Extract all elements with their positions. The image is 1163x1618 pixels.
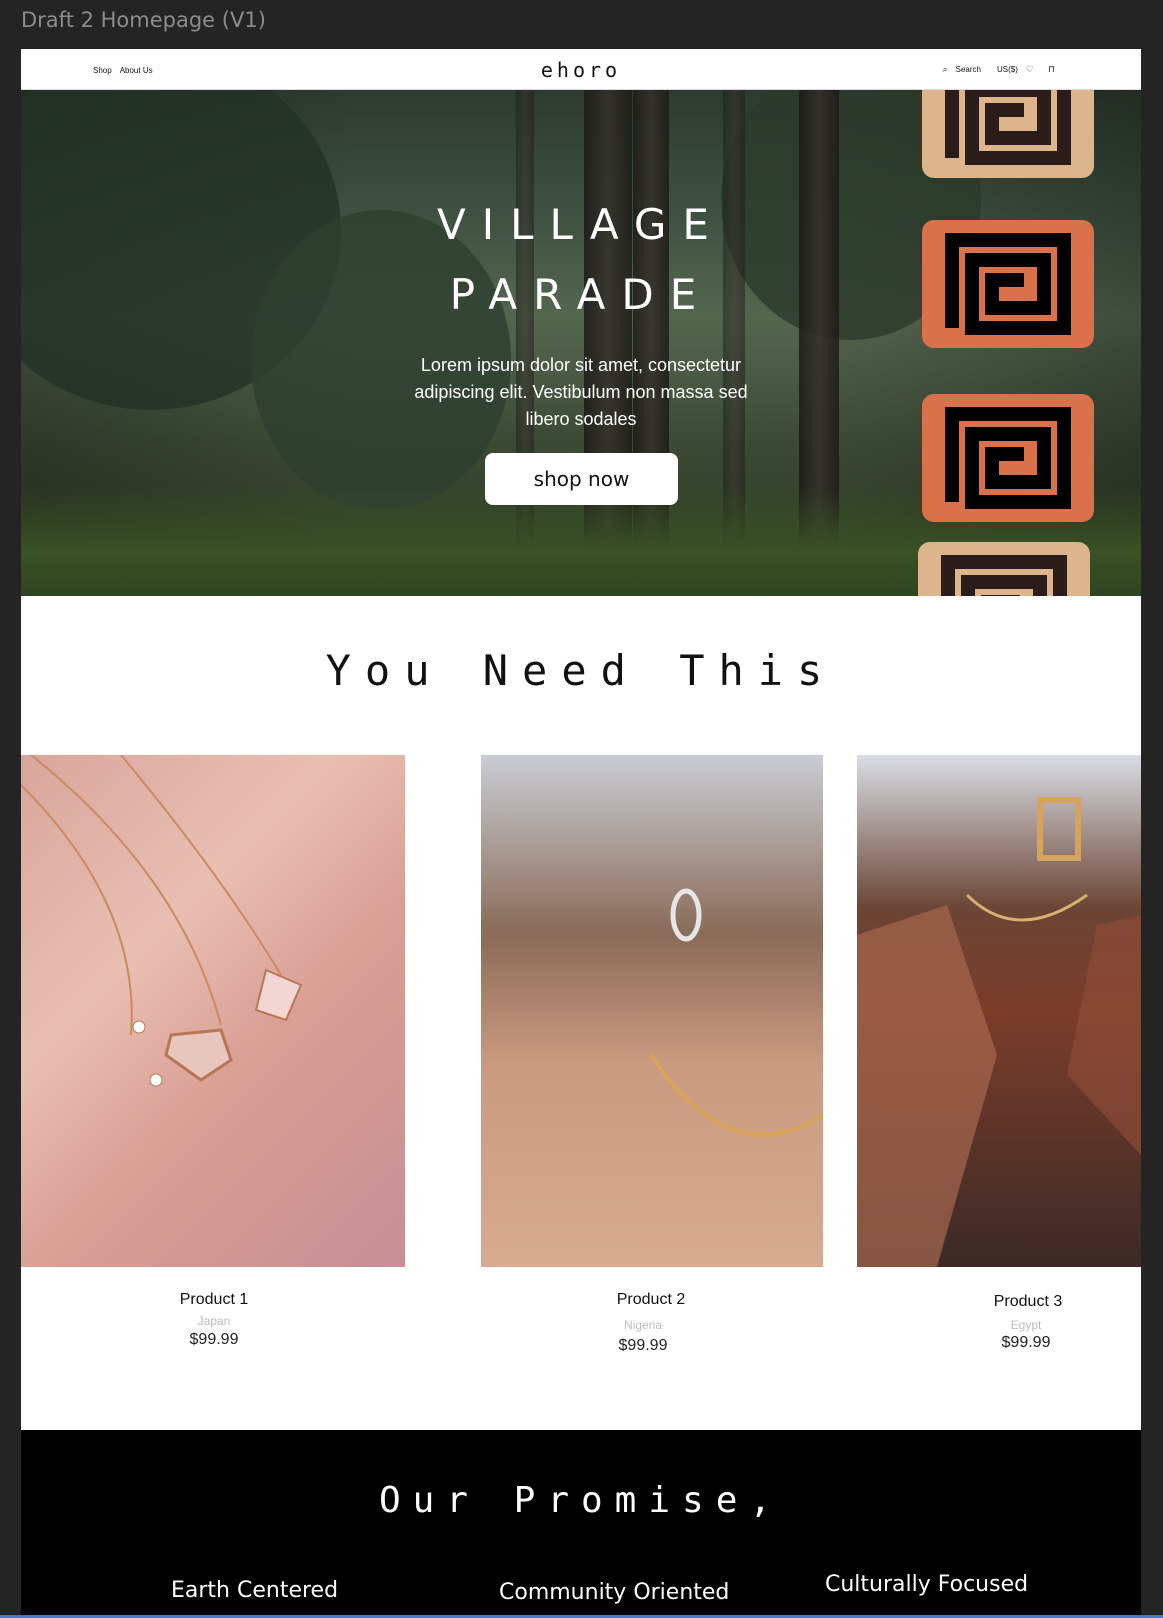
product-3-price: $99.99	[1001, 1334, 1051, 1351]
product-2-price: $99.99	[618, 1337, 668, 1354]
hero-banner: VILLAGE PARADE Lorem ipsum dolor sit ame…	[21, 90, 1141, 596]
product-1-name[interactable]: Product 1	[139, 1291, 289, 1309]
product-1-price: $99.99	[189, 1331, 239, 1348]
promise-section: Our Promise, Earth Centered Community Or…	[21, 1430, 1141, 1618]
products-section-title: You Need This	[325, 646, 837, 695]
product-2-image[interactable]	[481, 755, 823, 1267]
product-3-image[interactable]	[857, 755, 1141, 1267]
nav-actions: ⌕ Search US($) ♡ ⊓	[943, 64, 1055, 75]
spiral-tile	[922, 90, 1094, 178]
promise-item-culture: Culturally Focused	[825, 1572, 1029, 1597]
promise-title: Our Promise,	[378, 1480, 784, 1521]
product-1-origin: Japan	[197, 1314, 231, 1328]
heart-icon[interactable]: ♡	[1026, 64, 1034, 75]
promise-item-earth: Earth Centered	[171, 1578, 339, 1603]
bag-icon[interactable]: ⊓	[1048, 64, 1055, 75]
top-nav: Shop About Us ehoro ⌕ Search US($) ♡ ⊓	[21, 49, 1141, 90]
product-3-name[interactable]: Product 3	[953, 1293, 1103, 1311]
shop-now-button[interactable]: shop now	[485, 453, 678, 505]
spiral-tile	[922, 394, 1094, 522]
product-2-name[interactable]: Product 2	[576, 1291, 726, 1309]
frame-title: Draft 2 Homepage (V1)	[21, 8, 266, 32]
currency-selector[interactable]: US($)	[997, 65, 1018, 74]
promise-item-community: Community Oriented	[499, 1580, 730, 1605]
hero-text: Lorem ipsum dolor sit amet, consectetur …	[414, 355, 748, 429]
search-icon[interactable]: ⌕	[943, 64, 948, 75]
spiral-tile	[922, 220, 1094, 348]
spiral-tile	[918, 542, 1090, 596]
product-3-origin: Egypt	[1010, 1318, 1042, 1332]
homepage-frame: Shop About Us ehoro ⌕ Search US($) ♡ ⊓ V…	[21, 49, 1141, 1618]
search-link[interactable]: Search	[956, 65, 981, 74]
product-2-origin: Nigeria	[623, 1318, 662, 1332]
product-1-image[interactable]	[21, 755, 405, 1267]
